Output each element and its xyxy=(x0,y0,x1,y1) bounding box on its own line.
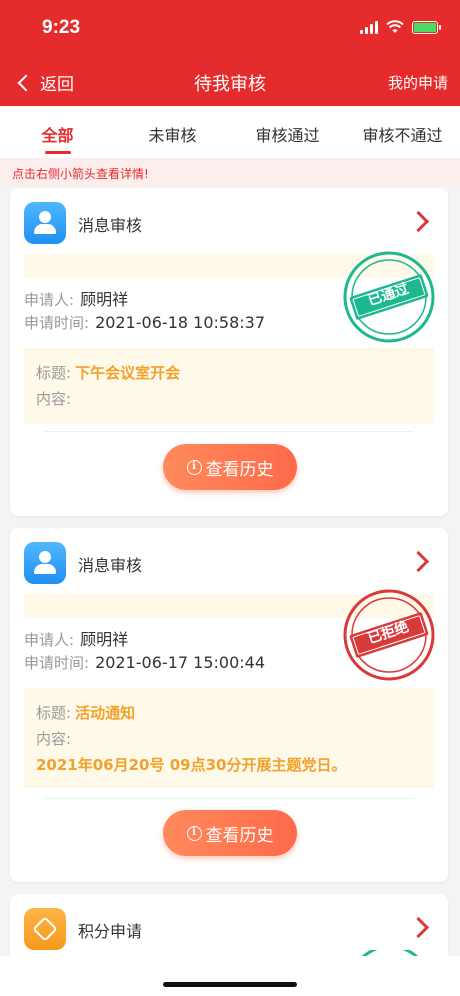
status-icons xyxy=(360,20,441,34)
review-card: 消息审核 申请人: 顾明祥 申请时间: 2021-06-17 15:00:44 标题… xyxy=(10,528,448,882)
apply-time-label: 申请时间: xyxy=(24,654,90,672)
content-box: 标题: 活动通知 内容: 2021年06月20号 09点30分开展主题党日。 xyxy=(24,688,434,788)
wifi-icon xyxy=(386,20,404,33)
subject-label: 标题: xyxy=(36,704,72,722)
view-history-label: 查看历史 xyxy=(205,825,274,846)
tab-all[interactable]: 全部 xyxy=(0,106,115,158)
view-history-button[interactable]: i 查看历史 xyxy=(163,444,297,490)
view-history-label: 查看历史 xyxy=(205,459,274,480)
divider xyxy=(44,798,414,799)
user-icon xyxy=(24,542,66,584)
filter-tabs: 全部 未审核 审核通过 审核不通过 xyxy=(0,106,460,158)
signal-icon xyxy=(360,20,378,34)
points-icon xyxy=(24,908,66,950)
apply-time-row: 申请时间: 2021-06-18 10:58:37 xyxy=(24,312,265,333)
card-type-name: 积分申请 xyxy=(78,922,143,941)
battery-icon xyxy=(412,20,441,34)
status-time: 9:23 xyxy=(42,17,81,38)
apply-time-value: 2021-06-17 15:00:44 xyxy=(95,653,265,672)
tab-pending[interactable]: 未审核 xyxy=(115,106,230,158)
home-indicator xyxy=(163,982,297,987)
my-applications-link[interactable]: 我的申请 xyxy=(388,72,448,93)
info-icon: i xyxy=(186,459,202,475)
apply-time-value: 2021-06-18 10:58:37 xyxy=(95,313,265,332)
applicant-label: 申请人: xyxy=(24,631,75,649)
user-icon xyxy=(24,202,66,244)
tab-rejected[interactable]: 审核不通过 xyxy=(345,106,460,158)
content-box: 标题: 下午会议室开会 内容: xyxy=(24,348,434,424)
content-value: 2021年06月20号 09点30分开展主题党日。 xyxy=(36,756,347,774)
applicant-value: 顾明祥 xyxy=(80,290,129,309)
applicant-label: 申请人: xyxy=(24,291,75,309)
chevron-right-icon[interactable] xyxy=(407,210,430,233)
content-label: 内容: xyxy=(36,730,72,748)
view-history-button[interactable]: i 查看历史 xyxy=(163,810,297,856)
status-bar: 9:23 xyxy=(0,0,460,58)
apply-time-row: 申请时间: 2021-06-17 15:00:44 xyxy=(24,652,265,673)
info-icon: i xyxy=(186,825,202,841)
subject-value: 活动通知 xyxy=(75,704,136,722)
apply-time-label: 申请时间: xyxy=(24,314,90,332)
subject-value: 下午会议室开会 xyxy=(75,364,181,382)
approved-stamp: 已通过 xyxy=(342,250,436,344)
chevron-right-icon[interactable] xyxy=(407,916,430,939)
nav-bar: 返回 待我审核 我的申请 xyxy=(0,58,460,106)
applicant-value: 顾明祥 xyxy=(80,630,129,649)
subject-label: 标题: xyxy=(36,364,72,382)
tab-approved[interactable]: 审核通过 xyxy=(230,106,345,158)
applicant-row: 申请人: 顾明祥 xyxy=(24,286,128,310)
content-label: 内容: xyxy=(36,390,72,408)
bottom-bar xyxy=(0,956,460,996)
divider xyxy=(44,431,414,432)
card-type-name: 消息审核 xyxy=(78,556,143,575)
rejected-stamp: 已拒绝 xyxy=(342,588,436,682)
chevron-right-icon[interactable] xyxy=(407,550,430,573)
review-card: 消息审核 申请人: 顾明祥 申请时间: 2021-06-18 10:58:37 标题… xyxy=(10,188,448,516)
card-type-name: 消息审核 xyxy=(78,216,143,235)
applicant-row: 申请人: 顾明祥 xyxy=(24,626,128,650)
hint-text: 点击右侧小箭头查看详情! xyxy=(0,158,460,186)
